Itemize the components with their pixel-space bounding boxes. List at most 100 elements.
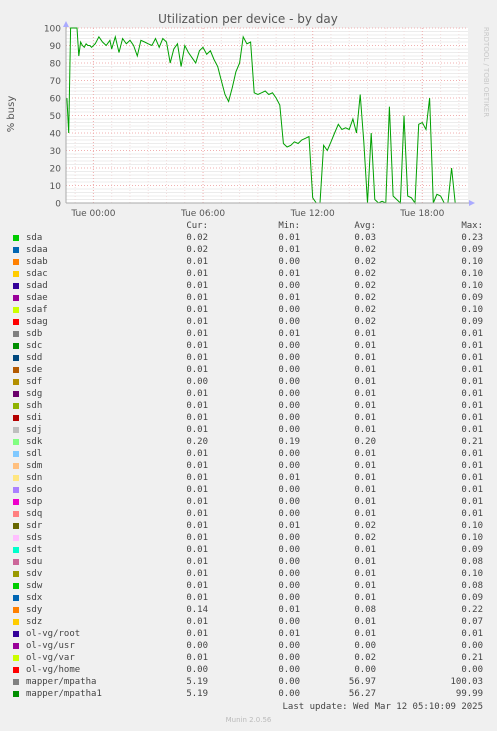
legend-device-name: sdj (26, 425, 43, 435)
x-tick-label: Tue 00:00 (70, 209, 115, 219)
legend-max: 0.09 (461, 293, 483, 303)
legend-row: ol-vg/usr 0.00 0.00 0.00 0.00 (0, 640, 497, 652)
legend-min: 0.19 (278, 437, 300, 447)
legend-cur: 0.01 (186, 617, 208, 627)
legend-max: 100.03 (450, 677, 483, 687)
legend-row: sdu 0.01 0.00 0.01 0.08 (0, 556, 497, 568)
y-tick-label: 100 (44, 25, 61, 35)
y-tick-label: 30 (50, 147, 62, 157)
legend-min: 0.00 (278, 377, 300, 387)
legend-row: sdq 0.01 0.00 0.01 0.01 (0, 508, 497, 520)
legend-cur: 0.01 (186, 569, 208, 579)
legend-swatch (13, 511, 19, 517)
legend-max: 0.01 (461, 413, 483, 423)
legend-min: 0.00 (278, 449, 300, 459)
legend-avg: 0.02 (354, 653, 376, 663)
legend-avg: 0.01 (354, 569, 376, 579)
legend-swatch (13, 679, 19, 685)
legend-row: ol-vg/var 0.01 0.00 0.02 0.21 (0, 652, 497, 664)
legend-row: sdv 0.01 0.00 0.01 0.10 (0, 568, 497, 580)
legend-row: sdy 0.14 0.01 0.08 0.22 (0, 604, 497, 616)
legend-row: sdf 0.00 0.00 0.01 0.01 (0, 376, 497, 388)
legend-swatch (13, 475, 19, 481)
legend-cur: 0.01 (186, 401, 208, 411)
y-axis-arrow (63, 21, 69, 27)
legend-device-name: sdp (26, 497, 43, 507)
legend-cur: 0.01 (186, 269, 208, 279)
legend-max: 0.08 (461, 581, 483, 591)
legend-min: 0.01 (278, 269, 300, 279)
legend-device-name: sdz (26, 617, 43, 627)
legend-device-name: sdh (26, 401, 43, 411)
legend-cur: 0.00 (186, 641, 208, 651)
legend-min: 0.00 (278, 317, 300, 327)
legend-device-name: ol-vg/usr (26, 641, 75, 651)
chart-title: Utilization per device - by day (158, 12, 338, 26)
legend-device-name: sdf (26, 377, 43, 387)
legend-swatch (13, 439, 19, 445)
legend-min: 0.01 (278, 521, 300, 531)
legend-avg: 0.01 (354, 509, 376, 519)
legend-max: 0.00 (461, 641, 483, 651)
legend-min: 0.00 (278, 665, 300, 675)
legend-min: 0.00 (278, 533, 300, 543)
legend-min: 0.00 (278, 569, 300, 579)
legend-device-name: sdt (26, 545, 43, 555)
legend-row: sdj 0.01 0.00 0.01 0.01 (0, 424, 497, 436)
legend-row: sdc 0.01 0.00 0.01 0.01 (0, 340, 497, 352)
legend-min: 0.00 (278, 425, 300, 435)
legend-device-name: sdq (26, 509, 43, 519)
legend-swatch (13, 463, 19, 469)
x-tick-label: Tue 18:00 (399, 209, 444, 219)
legend-avg: 0.01 (354, 389, 376, 399)
legend-avg: 0.01 (354, 377, 376, 387)
legend-cur: 0.01 (186, 449, 208, 459)
chart: Utilization per device - by day % busy R… (6, 12, 490, 219)
legend-swatch (13, 247, 19, 253)
legend-row: sdaf 0.01 0.00 0.02 0.10 (0, 304, 497, 316)
legend-min: 0.00 (278, 413, 300, 423)
legend-max: 0.01 (461, 389, 483, 399)
legend-device-name: sdr (26, 521, 43, 531)
legend-row: sdg 0.01 0.00 0.01 0.01 (0, 388, 497, 400)
legend-avg: 0.01 (354, 497, 376, 507)
legend-device-name: sdm (26, 461, 43, 471)
legend-device-name: sdag (26, 317, 48, 327)
legend-min: 0.01 (278, 605, 300, 615)
legend-avg: 0.02 (354, 521, 376, 531)
legend-min: 0.01 (278, 233, 300, 243)
legend-min: 0.00 (278, 461, 300, 471)
legend-avg: 0.01 (354, 413, 376, 423)
legend-cur: 0.01 (186, 473, 208, 483)
legend-avg: 0.01 (354, 329, 376, 339)
legend-swatch (13, 415, 19, 421)
legend-min: 0.00 (278, 557, 300, 567)
legend-cur: 0.01 (186, 305, 208, 315)
legend-min: 0.00 (278, 281, 300, 291)
legend-device-name: ol-vg/root (26, 629, 81, 639)
legend-avg: 0.02 (354, 269, 376, 279)
legend-min: 0.00 (278, 497, 300, 507)
legend: Cur: Min: Avg: Max: sda 0.02 0.01 0.03 0.23 s… (0, 220, 497, 700)
legend-rows: sda 0.02 0.01 0.03 0.23 sdaa 0.02 0.01 0.02 0.09 s… (0, 232, 497, 700)
legend-row: sdw 0.01 0.00 0.01 0.08 (0, 580, 497, 592)
legend-row: mapper/mpatha1 5.19 0.00 56.27 99.99 (0, 688, 497, 700)
legend-row: sdk 0.20 0.19 0.20 0.21 (0, 436, 497, 448)
legend-swatch (13, 391, 19, 397)
legend-max: 0.07 (461, 617, 483, 627)
y-tick-label: 70 (50, 77, 62, 87)
legend-avg: 0.00 (354, 665, 376, 675)
legend-min: 0.00 (278, 641, 300, 651)
legend-min: 0.00 (278, 593, 300, 603)
legend-swatch (13, 451, 19, 457)
legend-min: 0.01 (278, 629, 300, 639)
y-tick-label: 90 (50, 42, 62, 52)
legend-swatch (13, 655, 19, 661)
legend-swatch (13, 523, 19, 529)
legend-device-name: sdac (26, 269, 48, 279)
legend-min: 0.00 (278, 581, 300, 591)
y-tick-label: 60 (50, 95, 62, 105)
legend-row: mapper/mpatha 5.19 0.00 56.97 100.03 (0, 676, 497, 688)
legend-min: 0.00 (278, 353, 300, 363)
legend-row: sdad 0.01 0.00 0.02 0.10 (0, 280, 497, 292)
